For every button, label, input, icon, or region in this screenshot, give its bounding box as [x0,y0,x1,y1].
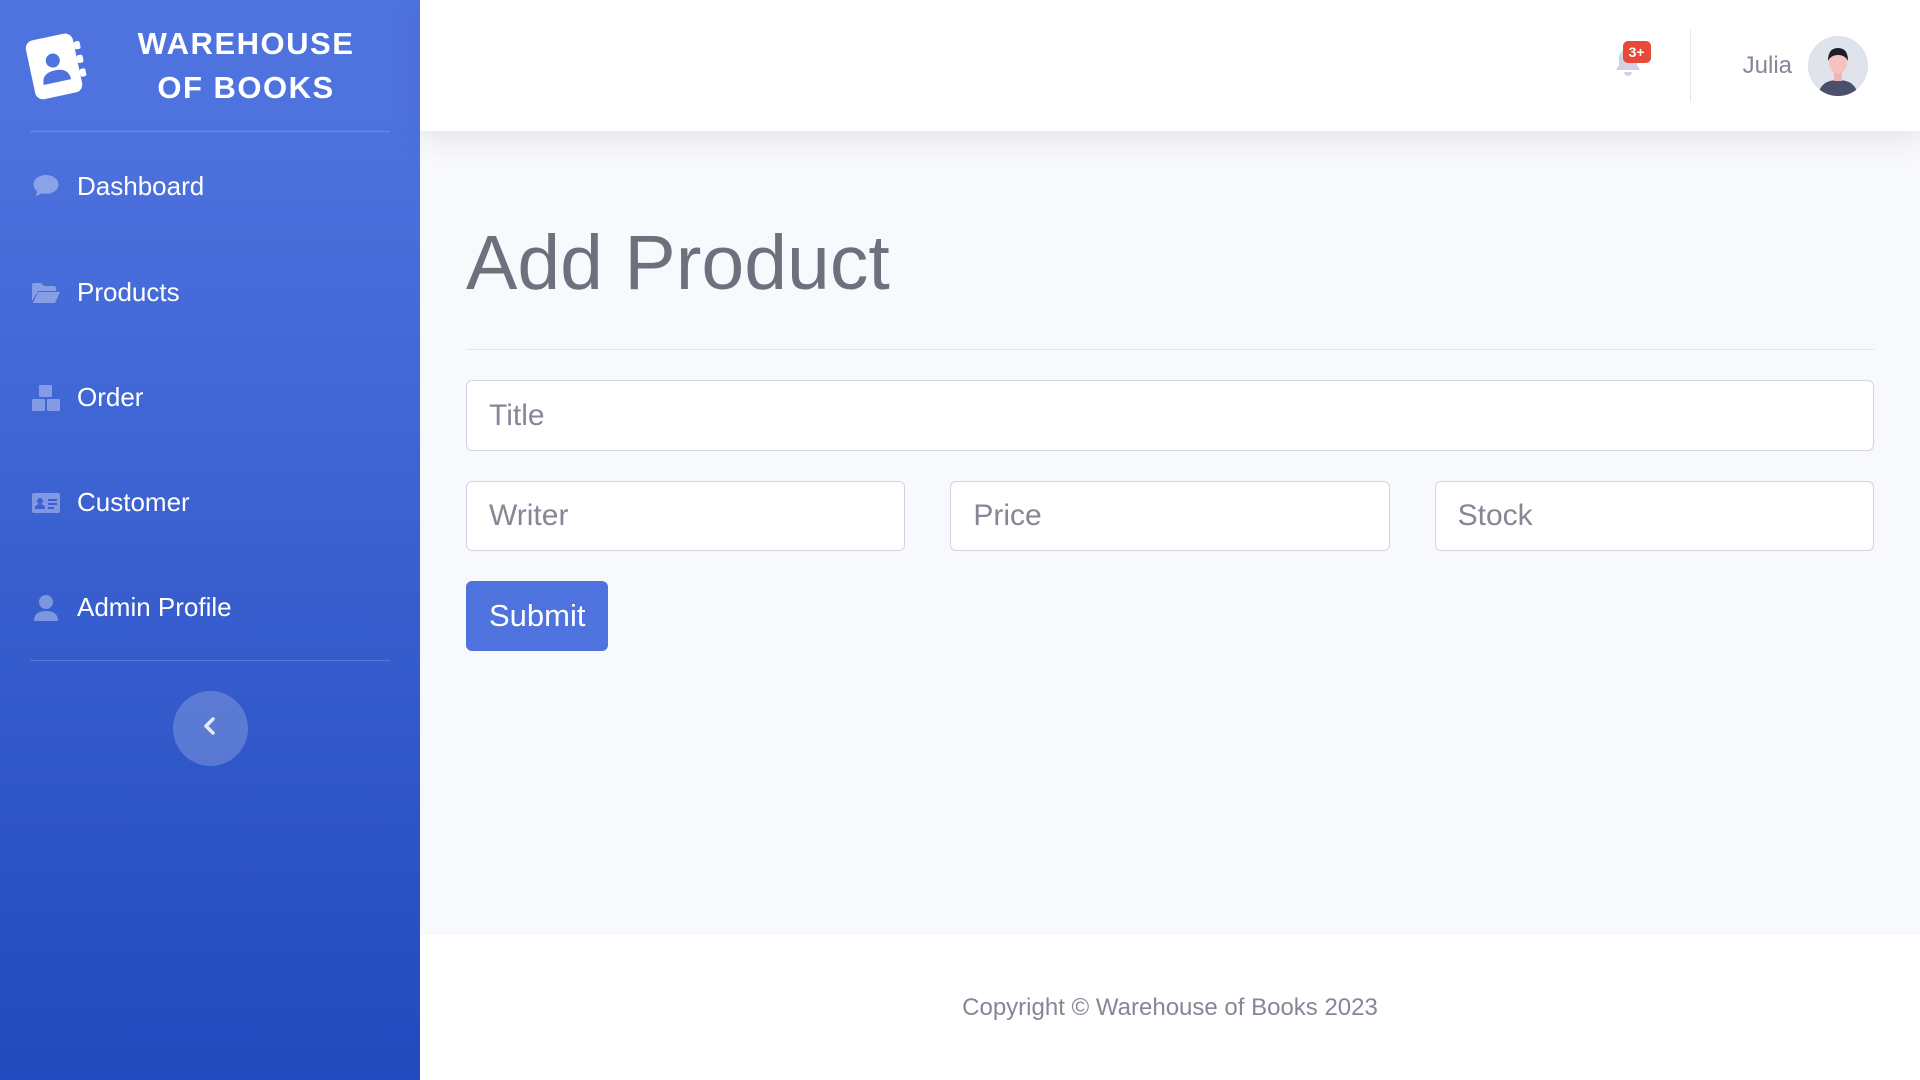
notifications-button[interactable]: 3+ [1608,40,1651,86]
price-input[interactable] [950,481,1390,551]
copyright-text: Copyright © Warehouse of Books 2023 [962,993,1378,1021]
writer-input[interactable] [466,481,906,551]
sidebar-item-label: Products [77,277,180,307]
topbar: 3+ Julia [420,0,1920,131]
folder-open-icon [30,277,62,309]
sidebar-item-admin-profile[interactable]: Admin Profile [0,555,420,660]
title-input[interactable] [466,380,1874,451]
sidebar-item-order[interactable]: Order [0,345,420,450]
sidebar-item-dashboard[interactable]: Dashboard [0,132,420,240]
chevron-left-icon [202,716,218,741]
sidebar-nav: Dashboard Products Order Customer Admin … [0,132,420,660]
avatar [1808,35,1868,96]
content: Add Product Submit [420,131,1920,935]
comment-icon [30,170,62,202]
stock-input[interactable] [1434,481,1874,551]
boxes-icon [30,382,62,414]
notification-count-badge: 3+ [1622,40,1651,63]
sidebar-item-label: Customer [77,487,190,517]
brand[interactable]: WAREHOUSE OF BOOKS [0,0,420,131]
sidebar-item-customer[interactable]: Customer [0,450,420,555]
address-book-icon [24,30,88,102]
footer: Copyright © Warehouse of Books 2023 [420,935,1920,1080]
title-divider [466,349,1874,350]
user-menu[interactable]: Julia [1742,35,1868,96]
sidebar-toggle-button[interactable] [172,691,248,766]
app: WAREHOUSE OF BOOKS Dashboard Products Or… [0,0,1920,1080]
sidebar-toggle-wrap [0,661,420,766]
sidebar-item-products[interactable]: Products [0,240,420,345]
page-title: Add Product [466,220,890,306]
id-card-icon [30,487,62,519]
sidebar-item-label: Order [77,382,144,412]
sidebar-item-label: Admin Profile [77,592,232,622]
brand-line-2: OF BOOKS [157,69,335,105]
main-area: 3+ Julia Add Product Title Writer Price … [420,0,1920,1080]
add-product-form: Submit [466,380,1874,651]
user-icon [30,592,62,624]
submit-button[interactable]: Submit [466,581,609,651]
sidebar: WAREHOUSE OF BOOKS Dashboard Products Or… [0,0,420,1080]
user-name: Julia [1742,51,1792,79]
form-row-title [466,380,1874,451]
topbar-divider [1689,29,1691,102]
sidebar-item-label: Dashboard [77,170,205,201]
brand-name: WAREHOUSE OF BOOKS [136,22,356,110]
brand-line-1: WAREHOUSE [137,25,355,61]
form-row-details [466,481,1874,551]
